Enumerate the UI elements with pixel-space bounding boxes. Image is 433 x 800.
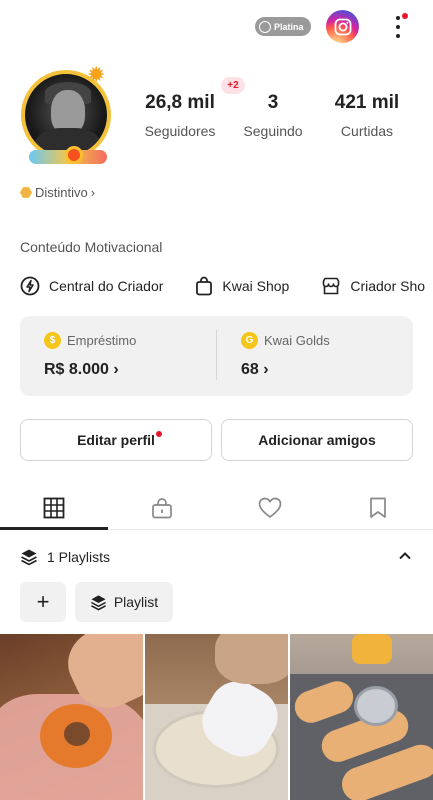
golds-section[interactable]: G Kwai Golds 68 › xyxy=(241,332,330,379)
active-tab-indicator xyxy=(0,527,108,530)
gold-coin-icon: G xyxy=(241,332,258,349)
link-label: Criador Sho xyxy=(350,278,426,294)
layers-icon xyxy=(21,549,37,566)
lock-icon xyxy=(152,498,172,519)
video-thumbnail[interactable] xyxy=(145,634,288,800)
chevron-right-icon: › xyxy=(90,185,96,200)
plus-icon: + xyxy=(36,589,50,614)
add-friends-label: Adicionar amigos xyxy=(258,432,376,448)
profile-page: Platina ✹ +2 26,8 mil Seguidores 3 Segui… xyxy=(0,0,433,800)
stat-label: Seguindo xyxy=(243,123,303,139)
grid-icon xyxy=(43,497,65,519)
notification-dot xyxy=(156,431,162,437)
tab-videos[interactable] xyxy=(0,486,108,530)
notification-dot xyxy=(402,13,408,19)
layers-icon xyxy=(90,594,106,610)
lightning-circle-icon xyxy=(20,276,40,296)
avatar[interactable]: ✹ xyxy=(15,62,119,170)
link-label: Kwai Shop xyxy=(222,278,290,294)
content-tabs xyxy=(0,486,433,530)
playlists-header[interactable]: 1 Playlists xyxy=(20,548,110,566)
stat-value: 421 mil xyxy=(334,92,400,113)
chevron-right-icon: › xyxy=(113,361,119,378)
instagram-icon[interactable] xyxy=(326,10,359,43)
edit-profile-label: Editar perfil xyxy=(77,432,155,448)
playlist-button-label: Playlist xyxy=(113,594,159,610)
tab-liked[interactable] xyxy=(216,486,324,530)
money-bag-icon: $ xyxy=(44,332,61,349)
video-thumbnail[interactable] xyxy=(0,634,143,800)
tier-badge[interactable]: Platina xyxy=(255,17,311,36)
stat-value: 26,8 mil xyxy=(145,92,215,113)
profile-bio: Conteúdo Motivacional xyxy=(20,239,163,255)
creator-links: Central do Criador Kwai Shop Criador Sho xyxy=(20,274,433,298)
playlist-button[interactable]: Playlist xyxy=(75,582,173,622)
link-criador-shop[interactable]: Criador Sho xyxy=(321,276,425,296)
golds-title: Kwai Golds xyxy=(264,333,330,348)
playlists-title: 1 Playlists xyxy=(47,549,111,565)
add-playlist-button[interactable]: + xyxy=(20,582,66,622)
tab-private[interactable] xyxy=(108,486,216,530)
edit-profile-button[interactable]: Editar perfil xyxy=(20,419,212,461)
wallet-card: $ Empréstimo R$ 8.000 › G Kwai Golds 68 … xyxy=(20,316,413,396)
tab-saved[interactable] xyxy=(324,486,432,530)
chevron-right-icon: › xyxy=(263,361,269,378)
star-icon: ✹ xyxy=(87,62,106,87)
link-central-do-criador[interactable]: Central do Criador xyxy=(20,276,163,296)
loan-value: R$ 8.000 xyxy=(44,361,109,378)
chevron-up-icon[interactable] xyxy=(397,548,413,569)
bookmark-icon xyxy=(370,497,386,518)
stat-label: Seguidores xyxy=(144,123,216,139)
golds-value: 68 xyxy=(241,361,259,378)
stat-likes[interactable]: 421 mil Curtidas xyxy=(326,92,408,139)
link-kwai-shop[interactable]: Kwai Shop xyxy=(195,276,289,296)
video-thumbnail[interactable] xyxy=(290,634,433,800)
loan-title: Empréstimo xyxy=(67,333,137,348)
add-friends-button[interactable]: Adicionar amigos xyxy=(221,419,413,461)
hexagon-icon xyxy=(20,187,32,198)
flower-icon xyxy=(65,146,83,164)
tier-label: Platina xyxy=(274,21,304,32)
stat-value: 3 xyxy=(267,92,279,113)
stat-followers[interactable]: 26,8 mil Seguidores xyxy=(140,92,220,139)
shopping-bag-icon xyxy=(196,276,213,296)
stat-following[interactable]: 3 Seguindo xyxy=(238,92,308,139)
distintivo-link[interactable]: Distintivo › xyxy=(20,185,95,200)
stat-label: Curtidas xyxy=(340,123,394,139)
divider xyxy=(216,330,217,380)
heart-icon xyxy=(258,497,282,519)
store-icon xyxy=(323,277,340,295)
link-label: Central do Criador xyxy=(49,278,164,294)
tier-icon xyxy=(259,20,271,33)
distintivo-label: Distintivo xyxy=(35,185,88,200)
loan-section[interactable]: $ Empréstimo R$ 8.000 › xyxy=(44,332,136,379)
